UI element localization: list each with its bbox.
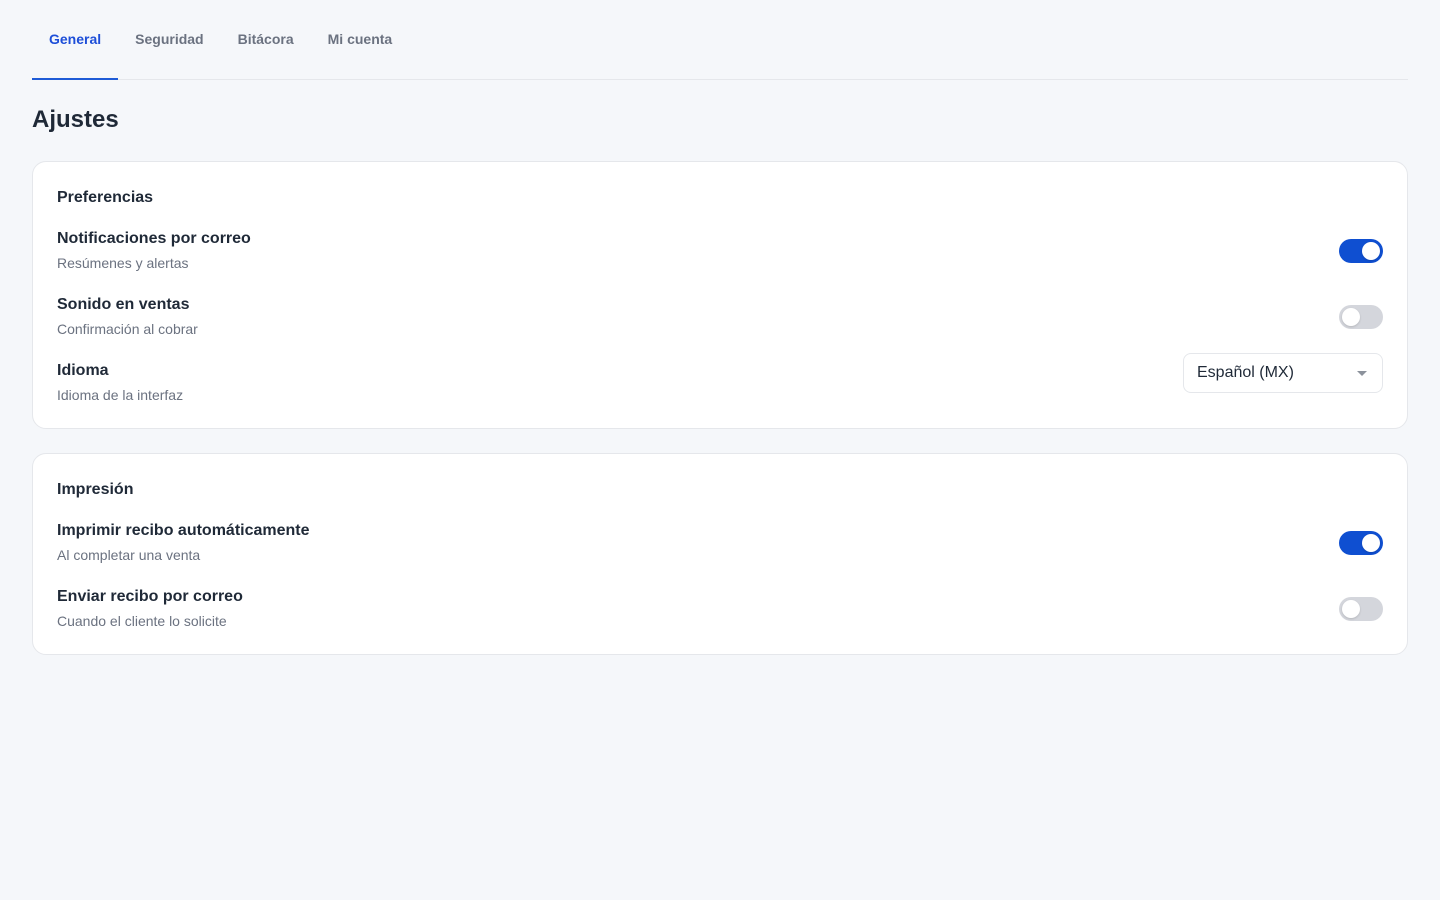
setting-description: Al completar una venta <box>57 547 201 563</box>
tab-general[interactable]: General <box>32 31 119 80</box>
setting-description: Cuando el cliente lo solicite <box>57 613 227 629</box>
language-select-value: Español (MX) <box>1197 364 1294 381</box>
setting-label: Imprimir recibo automáticamente <box>57 522 310 539</box>
setting-row-language: Idioma Idioma de la interfaz Español (MX… <box>57 353 1383 407</box>
section-title: Impresión <box>57 481 134 498</box>
tab-bitacora[interactable]: Bitácora <box>221 31 311 79</box>
preferences-card: Preferencias Notificaciones por correo R… <box>32 161 1408 429</box>
toggle-knob <box>1362 534 1380 552</box>
email-notifications-toggle[interactable] <box>1339 239 1383 263</box>
page-title: Ajustes <box>32 106 119 133</box>
printing-card: Impresión Imprimir recibo automáticament… <box>32 453 1408 655</box>
auto-print-receipt-toggle[interactable] <box>1339 531 1383 555</box>
tab-label: Seguridad <box>135 31 204 47</box>
toggle-knob <box>1342 600 1360 618</box>
toggle-knob <box>1342 308 1360 326</box>
setting-description: Idioma de la interfaz <box>57 387 184 403</box>
language-select[interactable]: Español (MX) <box>1183 353 1383 393</box>
setting-label: Idioma <box>57 362 109 379</box>
tab-mi-cuenta[interactable]: Mi cuenta <box>311 31 410 79</box>
setting-row-auto-print-receipt: Imprimir recibo automáticamente Al compl… <box>57 521 1383 567</box>
sales-sound-toggle[interactable] <box>1339 305 1383 329</box>
section-title: Preferencias <box>57 189 154 206</box>
setting-description: Confirmación al cobrar <box>57 321 198 337</box>
tab-label: Bitácora <box>237 31 294 47</box>
setting-label: Enviar recibo por correo <box>57 588 243 605</box>
tab-label: Mi cuenta <box>327 31 393 47</box>
setting-row-email-receipt: Enviar recibo por correo Cuando el clien… <box>57 587 1383 633</box>
tab-label: General <box>49 31 102 47</box>
chevron-down-icon <box>1357 371 1367 376</box>
setting-row-email-notifications: Notificaciones por correo Resúmenes y al… <box>57 229 1383 275</box>
setting-label: Sonido en ventas <box>57 296 190 313</box>
toggle-knob <box>1362 242 1380 260</box>
setting-label: Notificaciones por correo <box>57 230 251 247</box>
tab-seguridad[interactable]: Seguridad <box>118 31 220 79</box>
settings-page: General Seguridad Bitácora Mi cuenta Aju… <box>0 0 1440 900</box>
tab-bar: General Seguridad Bitácora Mi cuenta <box>32 0 1408 80</box>
email-receipt-toggle[interactable] <box>1339 597 1383 621</box>
setting-row-sales-sound: Sonido en ventas Confirmación al cobrar <box>57 295 1383 341</box>
setting-description: Resúmenes y alertas <box>57 255 189 271</box>
